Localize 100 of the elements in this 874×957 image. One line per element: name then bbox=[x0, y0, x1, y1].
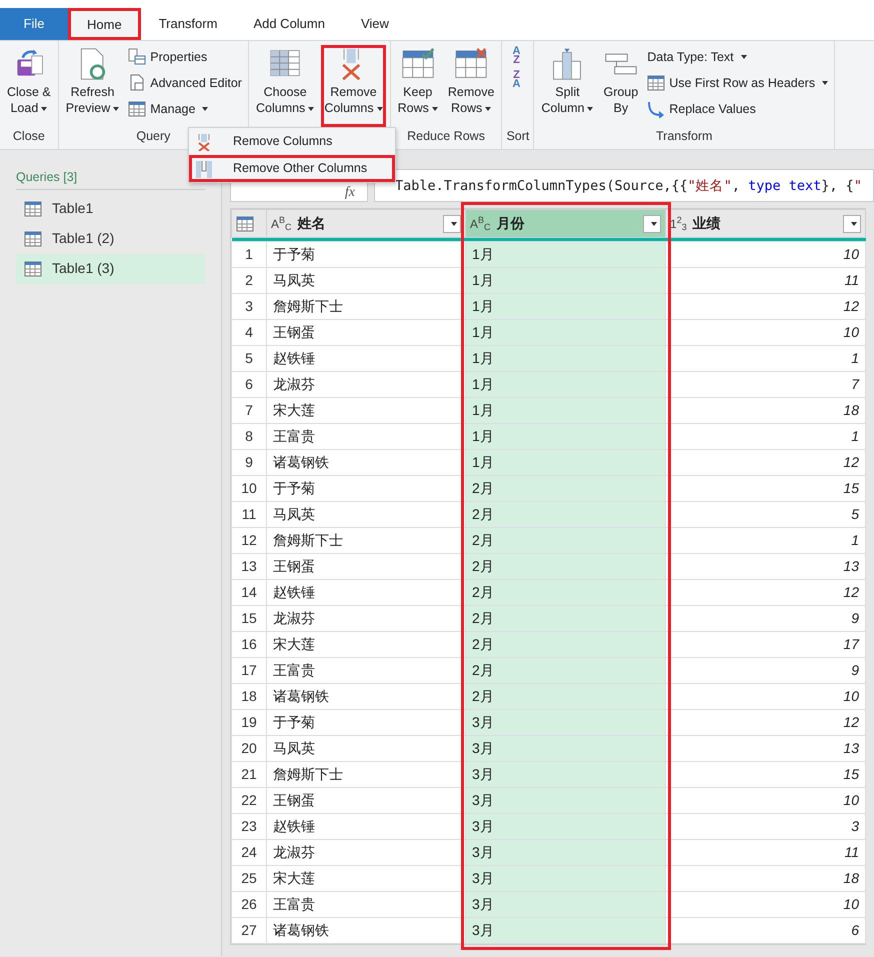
table-cell: 13 bbox=[666, 554, 866, 580]
table-icon bbox=[24, 200, 42, 218]
table-cell: 17 bbox=[666, 632, 866, 658]
filter-dropdown[interactable] bbox=[643, 214, 661, 232]
table-cell: 12 bbox=[666, 294, 866, 320]
row-number: 24 bbox=[232, 840, 266, 866]
table-menu-icon bbox=[236, 215, 254, 234]
ribbon-button[interactable]: Properties bbox=[126, 45, 244, 69]
table-cell: 11 bbox=[666, 268, 866, 294]
group-label: Close bbox=[12, 129, 45, 143]
row-number: 12 bbox=[232, 528, 266, 554]
row-number: 5 bbox=[232, 346, 266, 372]
row-number: 16 bbox=[232, 632, 266, 658]
ribbon-button[interactable]: Keep Rows bbox=[394, 45, 441, 127]
ribbon-button[interactable]: Advanced Editor bbox=[126, 71, 244, 95]
row-number: 21 bbox=[232, 762, 266, 788]
row-number: 8 bbox=[232, 424, 266, 450]
table-cell: 2月 bbox=[466, 606, 666, 632]
table-cell: 12 bbox=[666, 580, 866, 606]
table-cell: 宋大莲 bbox=[266, 398, 466, 424]
table-cell: 赵铁锤 bbox=[266, 580, 466, 606]
table-icon bbox=[24, 260, 42, 278]
table-cell: 10 bbox=[666, 684, 866, 710]
table-cell: 马凤英 bbox=[266, 736, 466, 762]
row-number: 23 bbox=[232, 814, 266, 840]
table-icon bbox=[647, 74, 666, 92]
row-number: 15 bbox=[232, 606, 266, 632]
ribbon-button[interactable]: Close & Load bbox=[4, 45, 54, 127]
ribbon-button[interactable]: Remove Rows bbox=[444, 45, 498, 127]
table-cell: 1月 bbox=[466, 346, 666, 372]
ribbon-tab[interactable]: Home bbox=[68, 8, 141, 40]
row-number: 2 bbox=[232, 268, 266, 294]
table-cell: 3月 bbox=[466, 788, 666, 814]
table-cell: 2月 bbox=[466, 528, 666, 554]
table-cell: 1 bbox=[666, 346, 866, 372]
ribbon-button[interactable]: Use First Row as Headers bbox=[645, 71, 830, 95]
queries-heading: Queries [3] bbox=[16, 170, 78, 184]
ribbon-button[interactable]: Manage bbox=[126, 97, 244, 121]
filter-dropdown[interactable] bbox=[443, 214, 461, 232]
table-cell: 1 bbox=[666, 528, 866, 554]
table-cell: 1月 bbox=[466, 242, 666, 268]
ribbon-button[interactable]: Split Column bbox=[538, 45, 596, 127]
table-cell: 10 bbox=[666, 242, 866, 268]
table-cell: 10 bbox=[666, 892, 866, 918]
column-header[interactable]: A$^{B}$$_{C}$ 月份 bbox=[466, 210, 666, 238]
table-cell: 宋大莲 bbox=[266, 866, 466, 892]
ribbon-tab[interactable]: Transform bbox=[140, 8, 236, 40]
ribbon-tab[interactable]: Add Column bbox=[235, 8, 343, 40]
table-cell: 10 bbox=[666, 320, 866, 346]
table-cell: 于予菊 bbox=[266, 242, 466, 268]
table-cell: 18 bbox=[666, 866, 866, 892]
row-number: 26 bbox=[232, 892, 266, 918]
ribbon-button[interactable]: Remove Columns bbox=[321, 45, 386, 127]
row-number: 17 bbox=[232, 658, 266, 684]
ribbon-button[interactable]: Data Type: Text bbox=[645, 45, 830, 69]
table-cell: 2月 bbox=[466, 684, 666, 710]
table-cell: 3月 bbox=[466, 710, 666, 736]
sort-descending-button[interactable]: Z A bbox=[506, 69, 526, 91]
query-item[interactable]: Table1 (3) bbox=[16, 254, 205, 284]
filter-dropdown[interactable] bbox=[843, 214, 861, 232]
table-icon bbox=[128, 100, 146, 118]
row-number: 1 bbox=[232, 242, 266, 268]
table-cell: 王钢蛋 bbox=[266, 320, 466, 346]
ribbon-tab[interactable]: View bbox=[342, 8, 407, 40]
table-cell: 2月 bbox=[466, 502, 666, 528]
table-cell: 18 bbox=[666, 398, 866, 424]
group-label: Reduce Rows bbox=[407, 129, 485, 143]
table-cell: 9 bbox=[666, 658, 866, 684]
table-cell: 3月 bbox=[466, 918, 666, 944]
fx-button[interactable]: fx bbox=[344, 186, 355, 200]
row-number: 18 bbox=[232, 684, 266, 710]
column-header[interactable]: A$^{B}$$_{C}$ 姓名 bbox=[266, 210, 466, 238]
table-cell: 1 bbox=[666, 424, 866, 450]
file-tab[interactable]: File bbox=[0, 8, 68, 40]
column-header[interactable]: 1$^{2}$$_{3}$ 业绩 bbox=[666, 210, 866, 238]
table-icon bbox=[24, 230, 42, 248]
table-cell: 10 bbox=[666, 788, 866, 814]
query-item[interactable]: Table1 bbox=[16, 194, 205, 224]
query-item[interactable]: Table1 (2) bbox=[16, 224, 205, 254]
row-number: 9 bbox=[232, 450, 266, 476]
table-cell: 于予菊 bbox=[266, 710, 466, 736]
row-number: 13 bbox=[232, 554, 266, 580]
table-cell: 2月 bbox=[466, 658, 666, 684]
table-cell: 赵铁锤 bbox=[266, 346, 466, 372]
ribbon-button[interactable]: Group By bbox=[600, 45, 642, 127]
row-number: 7 bbox=[232, 398, 266, 424]
table-cell: 5 bbox=[666, 502, 866, 528]
table-cell: 诸葛钢铁 bbox=[266, 918, 466, 944]
table-cell: 2月 bbox=[466, 632, 666, 658]
ribbon-button[interactable]: Refresh Preview bbox=[62, 45, 122, 127]
ribbon-button[interactable]: Replace Values bbox=[645, 97, 830, 121]
table-cell: 1月 bbox=[466, 268, 666, 294]
sort-ascending-button[interactable]: A Z bbox=[506, 45, 526, 67]
formula-field[interactable]: Table.TransformColumnTypes(Source,{{"姓名", type text}, {" bbox=[374, 169, 874, 202]
row-number: 14 bbox=[232, 580, 266, 606]
table-cell: 王富贵 bbox=[266, 424, 466, 450]
table-cell: 15 bbox=[666, 762, 866, 788]
table-cell: 3月 bbox=[466, 814, 666, 840]
menu-item[interactable]: Remove Columns bbox=[189, 128, 395, 155]
ribbon-button[interactable]: Choose Columns bbox=[252, 45, 318, 127]
